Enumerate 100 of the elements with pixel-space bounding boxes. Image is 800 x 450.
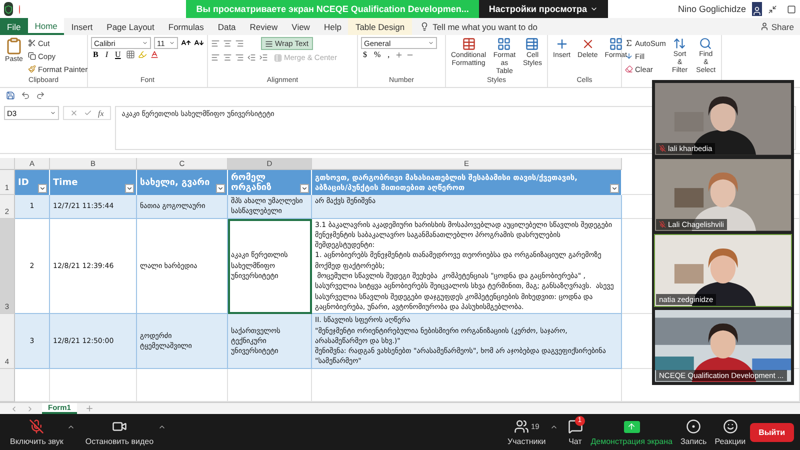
next-sheet-icon[interactable]: [26, 404, 34, 412]
chevron-down-icon: [428, 40, 434, 46]
copy-icon: [28, 52, 36, 60]
font-style-button[interactable]: B: [91, 50, 100, 59]
chevron-down-icon: [50, 110, 56, 116]
align-top-icon[interactable]: [211, 39, 220, 48]
align-left-icon[interactable]: [211, 53, 220, 62]
header-cell: სახელი, გვარი: [137, 170, 228, 195]
merge-cells-icon: [274, 54, 282, 62]
shield-icon: [4, 2, 13, 16]
ribbon-tab[interactable]: Page Layout: [100, 18, 162, 35]
meeting-control-button[interactable]: Остановить видео: [81, 418, 158, 446]
increase-decimal-icon[interactable]: [394, 50, 403, 58]
align-right-icon[interactable]: [235, 53, 244, 62]
outdent-icon[interactable]: [247, 53, 256, 62]
chevron-up-icon: [67, 423, 76, 431]
header-cell: რომელ ორგანიზ: [228, 170, 312, 195]
search-icon: [699, 37, 712, 50]
wrap-lines-icon: [265, 40, 273, 48]
eraser-icon: [625, 65, 633, 73]
maximize-icon[interactable]: [787, 4, 796, 14]
align-bottom-icon[interactable]: [235, 39, 244, 48]
enter-icon[interactable]: [84, 109, 92, 117]
font-style-button[interactable]: I: [103, 50, 110, 59]
ribbon-tab[interactable]: Table Design: [348, 18, 412, 35]
meeting-control-button[interactable]: Реакции: [710, 418, 750, 446]
grid-icon: [497, 37, 512, 51]
table-icon: [462, 37, 476, 51]
grow-font-icon[interactable]: [181, 38, 191, 48]
align-middle-icon[interactable]: [223, 39, 232, 48]
caret-icon[interactable]: [550, 423, 558, 431]
number-format-button[interactable]: %: [372, 50, 383, 59]
meeting-control-button[interactable]: Запись: [676, 418, 711, 446]
cancel-icon[interactable]: [70, 109, 78, 117]
number-format-button[interactable]: ,: [386, 50, 392, 59]
undo-icon[interactable]: [21, 90, 30, 100]
chat-icon: [568, 419, 583, 434]
font-style-button[interactable]: U: [113, 50, 123, 59]
ribbon-tab[interactable]: Insert: [64, 18, 100, 35]
redo-icon[interactable]: [36, 90, 45, 100]
lightbulb-icon: [420, 22, 429, 31]
share-button[interactable]: Share: [754, 18, 800, 35]
person-icon: [760, 22, 770, 31]
shrink-font-icon[interactable]: [194, 38, 204, 48]
insert-function-button[interactable]: fx: [98, 108, 104, 118]
chevron-down-icon: [39, 185, 46, 192]
filter-dropdown-button[interactable]: [125, 184, 134, 193]
paintbrush-icon: [28, 65, 36, 73]
chevron-up-icon: [158, 423, 166, 431]
chevron-down-icon: [611, 185, 618, 192]
chevron-down-icon: [126, 185, 133, 192]
ribbon-tab[interactable]: View: [284, 18, 317, 35]
indent-icon[interactable]: [259, 53, 268, 62]
filter-dropdown-button[interactable]: [300, 184, 309, 193]
font-color-icon[interactable]: [150, 50, 159, 59]
record-icon: [686, 419, 702, 434]
grid-icon: [608, 37, 623, 51]
chevron-up-icon: [550, 423, 558, 431]
chevron-down-icon: [301, 185, 308, 192]
share-screen-icon: [624, 420, 640, 432]
scissors-icon: [28, 39, 36, 47]
tell-me-search[interactable]: Tell me what you want to do: [420, 18, 538, 35]
sort-icon: [673, 37, 686, 50]
meeting-control-button[interactable]: Включить звук: [6, 418, 68, 446]
table-icon: [525, 37, 540, 51]
arrow-down-icon: [625, 52, 633, 60]
restore-icon[interactable]: [768, 4, 777, 14]
ribbon-tab[interactable]: Home: [28, 18, 64, 35]
camera-icon: [112, 419, 127, 434]
header-cell: ID: [15, 170, 50, 195]
filter-dropdown-button[interactable]: [610, 184, 619, 193]
align-center-icon[interactable]: [223, 53, 232, 62]
filter-dropdown-button[interactable]: [38, 184, 47, 193]
chevron-down-icon: [142, 40, 148, 46]
view-options-button[interactable]: Настройки просмотра: [478, 0, 608, 18]
file-tab[interactable]: File: [0, 18, 28, 35]
leave-button[interactable]: Выйти: [750, 422, 794, 442]
user-name: Nino Goglichidze: [678, 4, 746, 14]
meeting-control-button[interactable]: Демонстрация экрана: [586, 418, 676, 446]
header-cell: Time: [50, 170, 137, 195]
sigma-icon: [625, 39, 633, 47]
chevron-down-icon: [217, 185, 224, 192]
smiley-icon: [722, 419, 738, 434]
previous-sheet-icon[interactable]: [10, 404, 18, 412]
plus-icon: [554, 37, 569, 51]
ribbon-tab[interactable]: Formulas: [161, 18, 211, 35]
chevron-down-icon: [169, 40, 175, 46]
borders-icon[interactable]: [126, 50, 135, 59]
number-format-button[interactable]: $: [361, 50, 369, 59]
ribbon-tab[interactable]: Review: [242, 18, 285, 35]
chevron-down-icon: [590, 5, 598, 13]
people-icon: [514, 419, 529, 434]
filter-dropdown-button[interactable]: [216, 184, 225, 193]
caret-icon[interactable]: [158, 423, 166, 431]
save-icon[interactable]: [6, 90, 15, 100]
caret-icon[interactable]: [67, 423, 76, 431]
ribbon-tab[interactable]: Help: [316, 18, 348, 35]
clipboard-icon: [5, 37, 23, 55]
screen-share-banner: Вы просматриваете экран NCEQE Qualification Developmen...: [186, 0, 479, 18]
ribbon-tab[interactable]: Data: [210, 18, 243, 35]
